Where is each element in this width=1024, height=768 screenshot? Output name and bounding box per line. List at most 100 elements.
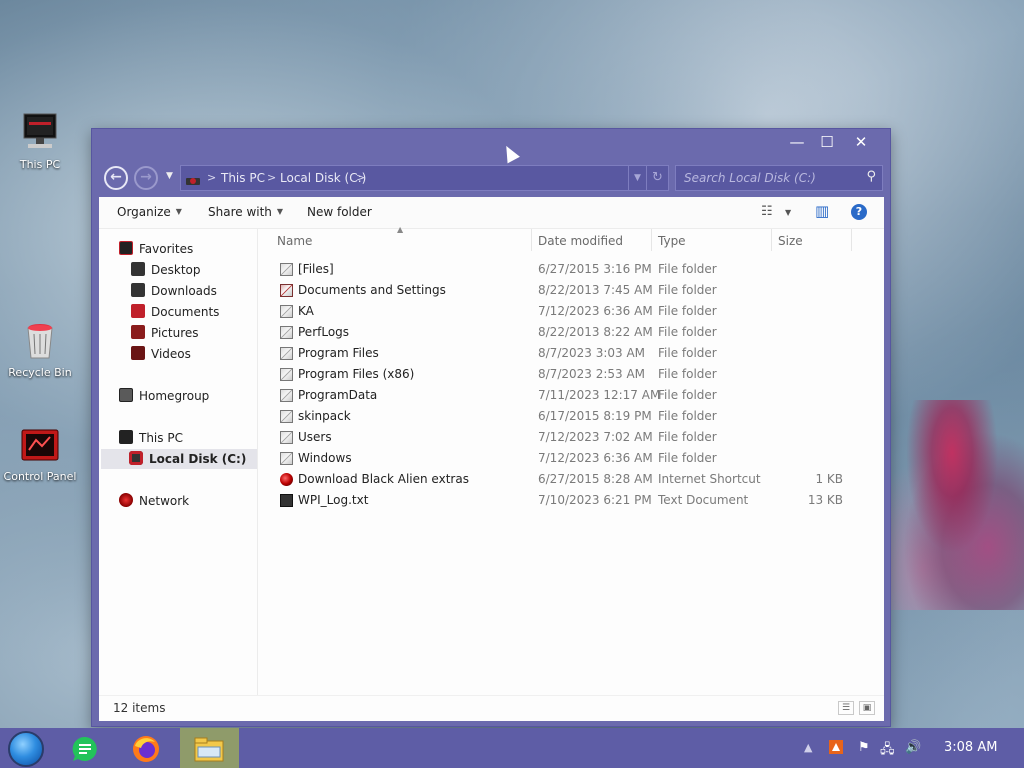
file-type: File folder (658, 430, 717, 444)
column-header-name[interactable]: Name (277, 234, 312, 248)
folder-icon (280, 410, 293, 423)
title-bar[interactable]: — ☐ ✕ (92, 129, 890, 165)
show-hidden-icons-button[interactable]: ▲ (804, 741, 812, 754)
desktop-icon-label: Control Panel (3, 470, 77, 483)
file-date: 8/22/2013 7:45 AM (538, 283, 653, 297)
desktop-icon-control-panel[interactable]: Control Panel (0, 424, 80, 483)
desktop-icon-this-pc[interactable]: This PC (0, 112, 80, 171)
nav-favorites[interactable]: Favorites (119, 239, 193, 259)
nav-videos[interactable]: Videos (131, 344, 191, 364)
file-type: File folder (658, 325, 717, 339)
tray-app-icon[interactable] (828, 739, 844, 759)
organize-label: Organize (117, 205, 171, 219)
nav-this-pc[interactable]: This PC (119, 428, 183, 448)
nav-pictures[interactable]: Pictures (131, 323, 199, 343)
breadcrumb-this-pc[interactable]: This PC (221, 166, 265, 190)
share-with-button[interactable]: Share with ▼ (208, 205, 283, 219)
back-button[interactable]: ← (104, 166, 128, 190)
network-status-icon[interactable]: 🖧 (880, 740, 895, 762)
search-icon[interactable]: ⚲ (866, 169, 876, 184)
column-header-date[interactable]: Date modified (538, 234, 623, 248)
nav-label: Local Disk (C:) (149, 452, 247, 466)
address-bar[interactable]: > This PC > Local Disk (C:) > ▼ ↻ (180, 165, 669, 191)
close-button[interactable]: ✕ (844, 131, 878, 155)
folder-icon (280, 305, 293, 318)
forward-button[interactable]: → (134, 166, 158, 190)
file-row[interactable]: Program Files 8/7/2023 3:03 AM File folder (259, 343, 859, 364)
file-type: File folder (658, 388, 717, 402)
downloads-icon (131, 283, 145, 297)
view-options-dropdown-icon[interactable]: ▼ (785, 208, 791, 217)
details-view-icon[interactable]: ☰ (838, 701, 854, 715)
nav-network[interactable]: Network (119, 491, 189, 511)
volume-icon[interactable]: 🔊 (905, 740, 921, 755)
notes-app-icon (72, 736, 97, 761)
file-row[interactable]: PerfLogs 8/22/2013 8:22 AM File folder (259, 322, 859, 343)
item-count: 12 items (113, 701, 166, 715)
chevron-down-icon: ▼ (276, 207, 284, 216)
taskbar-notes-app[interactable] (58, 728, 114, 768)
file-row[interactable]: skinpack 6/17/2015 8:19 PM File folder (259, 406, 859, 427)
file-type: File folder (658, 283, 717, 297)
recent-locations-dropdown[interactable]: ▼ (166, 171, 173, 181)
nav-label: Videos (151, 347, 191, 361)
nav-downloads[interactable]: Downloads (131, 281, 217, 301)
taskbar-firefox[interactable] (119, 728, 175, 768)
share-with-label: Share with (208, 205, 272, 219)
desktop-icon-recycle-bin[interactable]: Recycle Bin (0, 320, 80, 379)
taskbar-file-explorer[interactable] (180, 728, 239, 768)
new-folder-button[interactable]: New folder (307, 205, 372, 219)
column-divider[interactable] (771, 229, 772, 251)
nav-documents[interactable]: Documents (131, 302, 219, 322)
nav-local-disk[interactable]: Local Disk (C:) (129, 449, 246, 469)
breadcrumb-local-disk[interactable]: Local Disk (C:) (280, 166, 366, 190)
file-list: ▲ Name Date modified Type Size [Files] 6/… (259, 225, 884, 695)
start-orb-icon[interactable] (8, 731, 44, 767)
file-row[interactable]: Download Black Alien extras 6/27/2015 8:2… (259, 469, 859, 490)
content-area: Organize ▼ Share with ▼ New folder ☷ ▼ ▥ ?… (99, 197, 884, 721)
refresh-icon[interactable]: ↻ (646, 166, 668, 190)
nav-label: This PC (139, 431, 183, 445)
file-row[interactable]: ProgramData 7/11/2023 12:17 AM File folder (259, 385, 859, 406)
file-row[interactable]: [Files] 6/27/2015 3:16 PM File folder (259, 259, 859, 280)
column-divider[interactable] (531, 229, 532, 251)
maximize-icon: ☐ (820, 133, 834, 151)
file-row[interactable]: Windows 7/12/2023 6:36 AM File folder (259, 448, 859, 469)
file-row[interactable]: Documents and Settings 8/22/2013 7:45 AM F… (259, 280, 859, 301)
file-row[interactable]: KA 7/12/2023 6:36 AM File folder (259, 301, 859, 322)
search-box[interactable]: ⚲ (675, 165, 883, 191)
action-center-flag-icon[interactable]: ⚑ (858, 740, 870, 755)
folder-icon (280, 389, 293, 402)
column-divider[interactable] (851, 229, 852, 251)
file-type: Text Document (658, 493, 749, 507)
file-date: 7/11/2023 12:17 AM (538, 388, 661, 402)
change-view-icon[interactable]: ☷ (761, 204, 773, 219)
organize-button[interactable]: Organize ▼ (117, 205, 182, 219)
taskbar-clock[interactable]: 3:08 AM (944, 740, 997, 755)
column-header-type[interactable]: Type (658, 234, 686, 248)
column-header-size[interactable]: Size (778, 234, 803, 248)
breadcrumb-separator: > (207, 171, 217, 184)
sort-ascending-icon: ▲ (397, 225, 404, 234)
file-type: Internet Shortcut (658, 472, 761, 486)
recycle-bin-icon (20, 320, 60, 362)
file-row[interactable]: Users 7/12/2023 7:02 AM File folder (259, 427, 859, 448)
help-icon[interactable]: ? (851, 204, 867, 220)
search-input[interactable] (676, 166, 854, 190)
nav-label: Homegroup (139, 389, 210, 403)
file-row[interactable]: Program Files (x86) 8/7/2023 2:53 AM File … (259, 364, 859, 385)
file-row[interactable]: WPI_Log.txt 7/10/2023 6:21 PM Text Documen… (259, 490, 859, 511)
explorer-window: — ☐ ✕ ← → ▼ > This PC > Local Disk (C:) … (91, 128, 891, 727)
file-type: File folder (658, 367, 717, 381)
preview-pane-icon[interactable]: ▥ (815, 202, 829, 220)
address-dropdown-icon[interactable]: ▼ (628, 166, 646, 190)
nav-desktop[interactable]: Desktop (131, 260, 201, 280)
nav-homegroup[interactable]: Homegroup (119, 386, 209, 406)
folder-icon (280, 452, 293, 465)
minimize-icon: — (789, 133, 805, 151)
maximize-button[interactable]: ☐ (810, 131, 844, 155)
column-divider[interactable] (651, 229, 652, 251)
minimize-button[interactable]: — (780, 131, 814, 155)
network-icon (119, 493, 133, 507)
large-icons-view-icon[interactable]: ▣ (859, 701, 875, 715)
